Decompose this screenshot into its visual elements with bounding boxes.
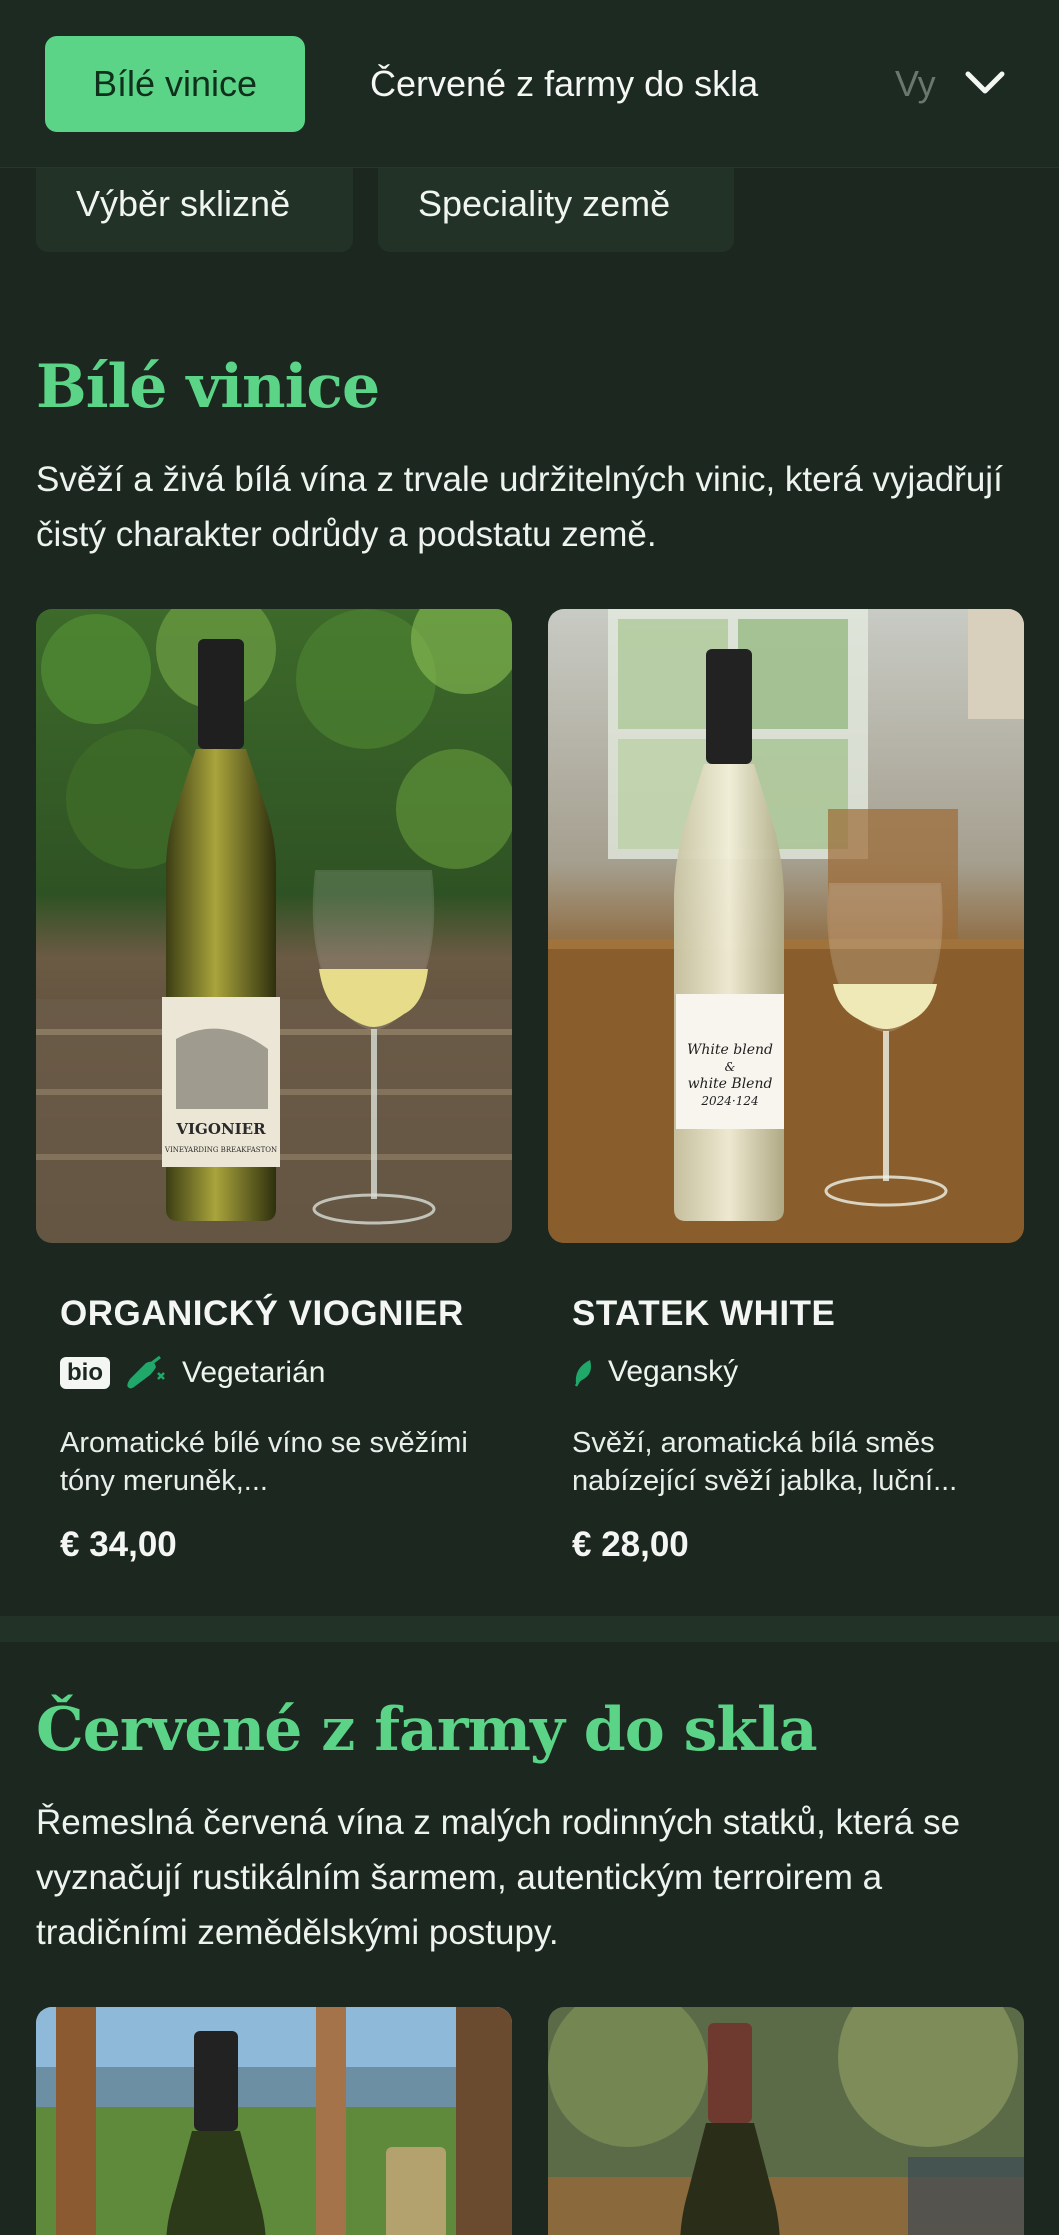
product-name[interactable]: ORGANICKÝ VIOGNIER <box>60 1294 464 1334</box>
section-divider <box>0 1616 1059 1642</box>
diet-label: Vegetarián <box>182 1356 326 1389</box>
product-image-statek-white[interactable]: White blend & white Blend 2024·124 <box>548 609 1024 1243</box>
product-description: Aromatické bílé víno se svěžími tóny mer… <box>60 1427 468 1497</box>
tab-vyber-truncated[interactable]: Vy <box>895 36 945 132</box>
section-title: Červené z farmy do skla <box>36 1695 818 1765</box>
vegan-leaf-icon <box>574 1360 591 1387</box>
vegetarian-carrot-icon <box>127 1355 165 1389</box>
svg-text:2024·124: 2024·124 <box>700 1094 758 1108</box>
tab-speciality-zeme[interactable]: Speciality země <box>378 168 734 252</box>
diet-label: Veganský <box>608 1355 739 1388</box>
category-nav: Bílé vinice Červené z farmy do skla Vy <box>0 0 1059 168</box>
tab-cervene-z-farmy[interactable]: Červené z farmy do skla <box>370 36 758 132</box>
svg-text:white Blend: white Blend <box>688 1076 773 1092</box>
tab-bile-vinice[interactable]: Bílé vinice <box>45 36 305 132</box>
svg-text:White blend: White blend <box>687 1042 773 1058</box>
product-image-viognier[interactable]: VIGONIER VINEYARDING BREAKFASTON <box>36 609 512 1243</box>
tab-vyber-sklizne[interactable]: Výběr sklizně <box>36 168 353 252</box>
product-price: € 28,00 <box>572 1525 689 1564</box>
product-image[interactable] <box>548 2007 1024 2235</box>
section-description: Svěží a živá bílá vína z trvale udržitel… <box>36 460 1003 554</box>
section-title: Bílé vinice <box>36 352 380 422</box>
product-price: € 34,00 <box>60 1525 177 1564</box>
svg-text:&: & <box>725 1060 736 1074</box>
chevron-down-icon[interactable] <box>960 62 1010 106</box>
bottle-label-subtext: VINEYARDING BREAKFASTON <box>164 1146 277 1154</box>
product-name[interactable]: STATEK WHITE <box>572 1294 835 1334</box>
section-description: Řemeslná červená vína z malých rodinných… <box>36 1803 961 1952</box>
bio-badge: bio <box>60 1357 110 1389</box>
product-image[interactable] <box>36 2007 512 2235</box>
product-tags: bio Vegetarián <box>60 1355 325 1391</box>
product-description: Svěží, aromatická bílá směs nabízející s… <box>572 1427 958 1497</box>
product-tags: Veganský <box>572 1355 738 1389</box>
bottle-label-text: VIGONIER <box>175 1120 266 1138</box>
